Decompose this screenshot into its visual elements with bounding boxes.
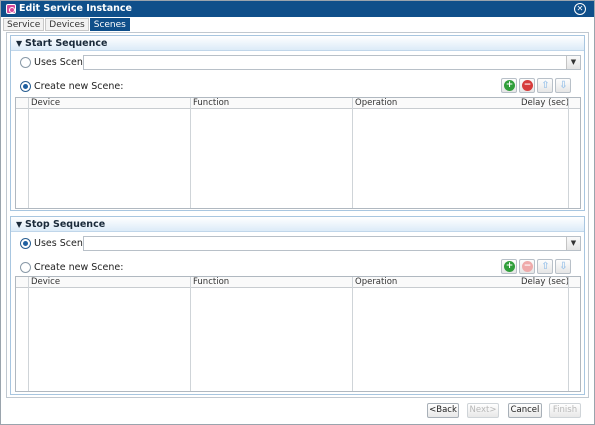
tab-devices[interactable]: Devices xyxy=(45,18,89,31)
add-icon: + xyxy=(504,261,515,272)
dialog-title: Edit Service Instance xyxy=(19,3,132,14)
column-delay[interactable]: Delay (sec) xyxy=(518,277,569,288)
remove-icon: − xyxy=(522,80,533,91)
dropdown-arrow-icon[interactable]: ▼ xyxy=(566,56,580,69)
stop-move-up-button[interactable]: ⇧ xyxy=(537,259,553,274)
start-remove-button[interactable]: − xyxy=(519,78,535,93)
stop-create-new-label: Create new Scene: xyxy=(34,262,124,273)
start-create-new-option[interactable]: Create new Scene: xyxy=(20,80,140,94)
start-table-header: Device Function Operation Delay (sec) xyxy=(16,98,580,109)
start-sequence-header[interactable]: ▼ Start Sequence xyxy=(11,36,584,51)
column-function[interactable]: Function xyxy=(190,98,229,109)
column-divider xyxy=(190,98,191,208)
column-divider xyxy=(568,277,569,391)
column-divider xyxy=(190,277,191,391)
stop-create-new-option[interactable]: Create new Scene: xyxy=(20,261,140,275)
stop-sequence-title: Stop Sequence xyxy=(25,219,106,230)
stop-sequence-header[interactable]: ▼ Stop Sequence xyxy=(11,217,584,232)
arrow-down-icon: ⇩ xyxy=(559,80,568,91)
scenes-panel: ▼ Start Sequence Uses Scene: ▼ Create ne… xyxy=(6,32,589,398)
start-move-down-button[interactable]: ⇩ xyxy=(555,78,571,93)
arrow-down-icon: ⇩ xyxy=(559,261,568,272)
stop-add-button[interactable]: + xyxy=(501,259,517,274)
tab-bar: Service Devices Scenes xyxy=(3,18,131,31)
start-scene-table: Device Function Operation Delay (sec) xyxy=(15,97,581,209)
column-device[interactable]: Device xyxy=(28,277,60,288)
next-button[interactable]: Next> xyxy=(467,403,499,418)
stop-create-new-radio[interactable] xyxy=(20,262,31,273)
column-divider xyxy=(28,98,29,208)
stop-scene-table: Device Function Operation Delay (sec) xyxy=(15,276,581,392)
start-create-new-label: Create new Scene: xyxy=(34,81,124,92)
stop-move-down-button[interactable]: ⇩ xyxy=(555,259,571,274)
start-sequence-title: Start Sequence xyxy=(25,38,108,49)
stop-remove-button[interactable]: − xyxy=(519,259,535,274)
column-function[interactable]: Function xyxy=(190,277,229,288)
stop-scene-toolbar: + − ⇧ ⇩ xyxy=(501,259,571,274)
start-create-new-radio[interactable] xyxy=(20,81,31,92)
column-operation[interactable]: Operation xyxy=(352,277,397,288)
stop-uses-scene-select[interactable]: ▼ xyxy=(83,236,581,251)
start-add-button[interactable]: + xyxy=(501,78,517,93)
start-uses-scene-radio[interactable] xyxy=(20,57,31,68)
collapse-triangle-icon: ▼ xyxy=(16,39,23,48)
column-operation[interactable]: Operation xyxy=(352,98,397,109)
arrow-up-icon: ⇧ xyxy=(541,80,550,91)
close-button[interactable]: ✕ xyxy=(574,3,586,15)
column-delay[interactable]: Delay (sec) xyxy=(518,98,569,109)
collapse-triangle-icon: ▼ xyxy=(16,220,23,229)
add-icon: + xyxy=(504,80,515,91)
column-device[interactable]: Device xyxy=(28,98,60,109)
column-divider xyxy=(352,98,353,208)
start-scene-toolbar: + − ⇧ ⇩ xyxy=(501,78,571,93)
column-divider xyxy=(352,277,353,391)
dropdown-arrow-icon[interactable]: ▼ xyxy=(566,237,580,250)
start-uses-scene-select[interactable]: ▼ xyxy=(83,55,581,70)
stop-uses-scene-radio[interactable] xyxy=(20,238,31,249)
remove-icon: − xyxy=(522,261,533,272)
column-divider xyxy=(28,277,29,391)
stop-sequence-section: ▼ Stop Sequence Uses Scene: ▼ Create new… xyxy=(10,216,585,395)
start-move-up-button[interactable]: ⇧ xyxy=(537,78,553,93)
title-bar: Edit Service Instance ✕ xyxy=(1,1,594,17)
finish-button[interactable]: Finish xyxy=(549,403,581,418)
tab-service[interactable]: Service xyxy=(3,18,45,31)
stop-table-header: Device Function Operation Delay (sec) xyxy=(16,277,580,288)
cancel-button[interactable]: Cancel xyxy=(508,403,542,418)
tab-scenes[interactable]: Scenes xyxy=(89,18,130,31)
column-divider xyxy=(568,98,569,208)
start-sequence-section: ▼ Start Sequence Uses Scene: ▼ Create ne… xyxy=(10,35,585,211)
arrow-up-icon: ⇧ xyxy=(541,261,550,272)
back-button[interactable]: <Back xyxy=(427,403,459,418)
edit-service-instance-dialog: Edit Service Instance ✕ Service Devices … xyxy=(0,0,595,425)
app-icon xyxy=(6,4,16,14)
